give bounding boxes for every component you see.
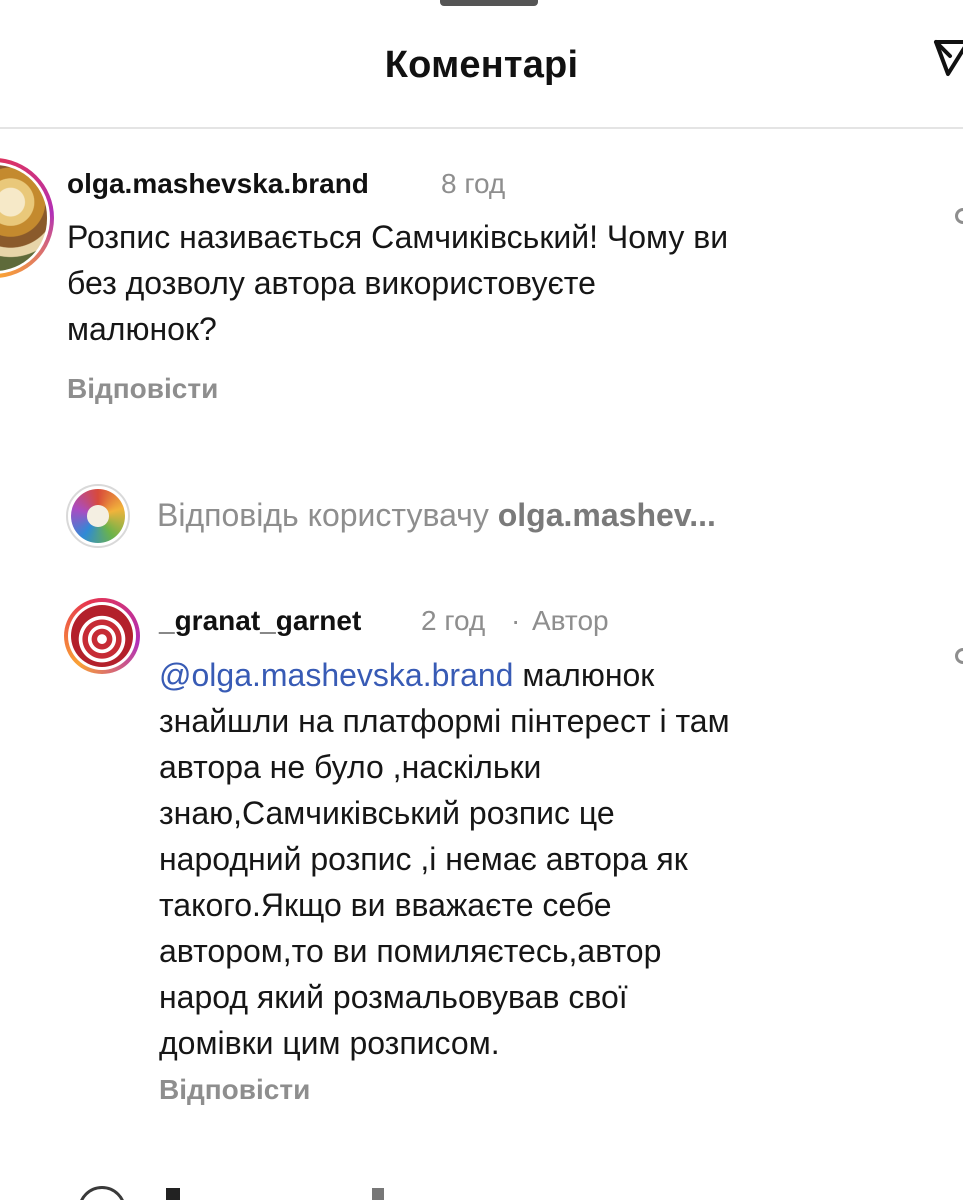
reply-summary[interactable]: Відповідь користувачу olga.mashev...	[157, 497, 716, 534]
header-divider	[0, 127, 963, 129]
reply-username[interactable]: _granat_garnet	[159, 605, 361, 637]
comment-text-line: без дозволу автора використовуєте	[67, 265, 596, 301]
comments-screen: Коментарі olga.mashevska.brand 8 год Роз…	[0, 0, 963, 1200]
comment-text-line: малюнок?	[67, 311, 217, 347]
send-icon[interactable]	[928, 30, 963, 80]
comment-time: 8 год	[441, 168, 506, 199]
heart-icon[interactable]	[955, 208, 963, 224]
avatar-next-comment[interactable]	[78, 1186, 126, 1200]
reply-text-line: автора не було ,наскільки	[159, 749, 542, 785]
comment-text-line: Розпис називається Самчиківський! Чому в…	[67, 219, 729, 255]
next-comment-time-fragment	[372, 1188, 384, 1200]
reply-text-line: такого.Якщо ви вважаєте себе	[159, 887, 612, 923]
reply-text-line: народ який розмальовував свої	[159, 979, 628, 1015]
avatar-granat-garnet-small	[66, 484, 130, 548]
mention-link[interactable]: @olga.mashevska.brand	[159, 657, 513, 693]
reply-time: 2 год	[421, 605, 486, 636]
reply-text-line: народний розпис ,і немає автора як	[159, 841, 688, 877]
reply-text-line: @olga.mashevska.brand малюнок	[159, 657, 655, 693]
reply-summary-prefix: Відповідь користувачу	[157, 497, 498, 533]
next-comment-username-fragment	[166, 1188, 180, 1200]
author-badge: Автор	[532, 605, 609, 636]
reply-text-line: домівки цим розписом.	[159, 1025, 500, 1061]
reply-button[interactable]: Відповісти	[159, 1074, 310, 1106]
reply-separator: ·	[511, 605, 521, 636]
heart-icon[interactable]	[955, 648, 963, 664]
avatar-olga-mashevska-brand[interactable]	[0, 158, 54, 278]
page-title: Коментарі	[384, 44, 579, 86]
comment-username[interactable]: olga.mashevska.brand	[67, 168, 369, 200]
reply-text-line: автором,то ви помиляєтесь,автор	[159, 933, 662, 969]
comment-text: Розпис називається Самчиківський! Чому в…	[67, 214, 728, 352]
avatar-granat-garnet[interactable]	[64, 598, 140, 674]
sheet-drag-handle[interactable]	[440, 0, 538, 6]
reply-button[interactable]: Відповісти	[67, 373, 218, 405]
reply-text: @olga.mashevska.brand малюнок знайшли на…	[159, 652, 730, 1066]
reply-text-line: знаю,Самчиківський розпис це	[159, 795, 615, 831]
reply-summary-user: olga.mashev...	[497, 497, 716, 533]
reply-text-line: знайшли на платформі пінтерест і там	[159, 703, 730, 739]
